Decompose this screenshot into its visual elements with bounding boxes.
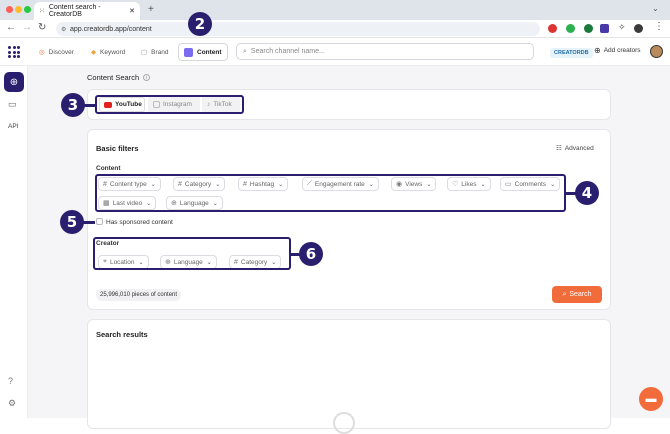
sidebar-item-api[interactable]: API: [8, 123, 18, 130]
globe-icon[interactable]: ⊕: [4, 72, 24, 92]
add-creators-label: Add creators: [603, 47, 641, 54]
search-button-label: Search: [569, 291, 592, 298]
nav-discover[interactable]: ◎ Discover: [34, 44, 79, 60]
app-menu-grid-icon[interactable]: [8, 46, 20, 58]
sidebar: ⊕ ▭ API ? ⚙: [0, 66, 28, 418]
sliders-icon: ☷: [556, 145, 562, 152]
tab-title: Content search - CreatorDB: [48, 4, 101, 18]
menu-icon[interactable]: ⋮: [654, 21, 664, 32]
extension-icon[interactable]: [584, 24, 593, 33]
maximize-window-icon[interactable]: [24, 6, 31, 13]
loading-spinner: [333, 412, 355, 434]
address-field[interactable]: ⚙ app.creatordb.app/content: [56, 22, 540, 36]
search-icon: ⌕: [243, 47, 247, 55]
keyword-icon: ◆: [91, 49, 96, 56]
browser-tab[interactable]: ⁙ Content search - CreatorDB ✕: [34, 2, 140, 20]
nav-brand[interactable]: ▢ Brand: [136, 44, 174, 60]
browser-tab-strip: ⁙ Content search - CreatorDB ✕ + ⌄: [0, 0, 670, 20]
nav-label: Keyword: [100, 48, 126, 56]
extension-icon[interactable]: [548, 24, 557, 33]
new-tab-button[interactable]: +: [148, 4, 154, 15]
search-icon: ⌕: [562, 290, 567, 298]
advanced-button[interactable]: ☷ Advanced: [556, 144, 594, 153]
result-count: 25,996,010 pieces of content: [96, 289, 182, 301]
nav-label: Brand: [151, 48, 169, 56]
tab-list-icon[interactable]: ⌄: [652, 4, 659, 13]
page-title: Content Search i: [87, 73, 151, 82]
info-icon[interactable]: i: [143, 74, 151, 81]
chat-bubble-icon[interactable]: ▬: [639, 387, 663, 411]
sponsored-checkbox[interactable]: [96, 218, 103, 225]
close-window-icon[interactable]: [6, 6, 13, 13]
settings-gear-icon[interactable]: ⚙: [8, 398, 16, 409]
creatordb-badge: CREATORDB: [550, 48, 593, 58]
annotation-content-filters-box: [95, 174, 566, 212]
avatar[interactable]: [650, 45, 663, 58]
annotation-5: 5: [60, 210, 84, 234]
annotation-3: 3: [61, 93, 85, 117]
annotation-6: 6: [299, 242, 323, 266]
reload-icon[interactable]: ↻: [38, 22, 46, 33]
annotation-4: 4: [575, 181, 599, 205]
page-title-text: Content Search: [87, 73, 140, 82]
minimize-window-icon[interactable]: [15, 6, 22, 13]
annotation-2: 2: [188, 12, 212, 36]
url-text: app.creatordb.app/content: [70, 25, 152, 33]
extensions-puzzle-icon[interactable]: ✧: [618, 22, 626, 33]
brand-icon: ▢: [141, 49, 148, 56]
search-placeholder: Search channel name...: [250, 48, 325, 55]
site-info-icon[interactable]: ⚙: [61, 26, 66, 33]
results-heading: Search results: [96, 330, 148, 339]
help-icon[interactable]: ?: [8, 376, 13, 386]
forward-icon[interactable]: →: [22, 22, 32, 33]
annotation-content-highlight: [176, 41, 224, 63]
extension-icon[interactable]: [600, 24, 609, 33]
extension-icon[interactable]: [566, 24, 575, 33]
annotation-connector: [84, 104, 96, 107]
discover-icon: ◎: [39, 49, 45, 56]
sponsored-label: Has sponsored content: [106, 219, 173, 226]
back-icon[interactable]: ←: [6, 22, 16, 33]
nav-label: Discover: [48, 48, 74, 56]
folder-icon[interactable]: ▭: [8, 99, 17, 110]
tab-close-icon[interactable]: ✕: [129, 7, 135, 15]
nav-keyword[interactable]: ◆ Keyword: [86, 44, 130, 60]
favicon-icon: ⁙: [39, 8, 45, 15]
add-creators-button[interactable]: ⊕ Add creators: [594, 46, 641, 55]
annotation-creator-filters-box: [93, 237, 291, 270]
search-button[interactable]: ⌕ Search: [552, 286, 602, 303]
advanced-label: Advanced: [564, 144, 594, 152]
annotation-connector: [83, 221, 95, 224]
profile-icon[interactable]: [634, 24, 643, 33]
plus-circle-icon: ⊕: [594, 46, 601, 55]
channel-search-input[interactable]: ⌕ Search channel name...: [236, 43, 534, 60]
basic-filters-heading: Basic filters: [96, 144, 139, 153]
annotation-platform-box: [95, 95, 244, 114]
content-section-label: Content: [96, 165, 121, 172]
